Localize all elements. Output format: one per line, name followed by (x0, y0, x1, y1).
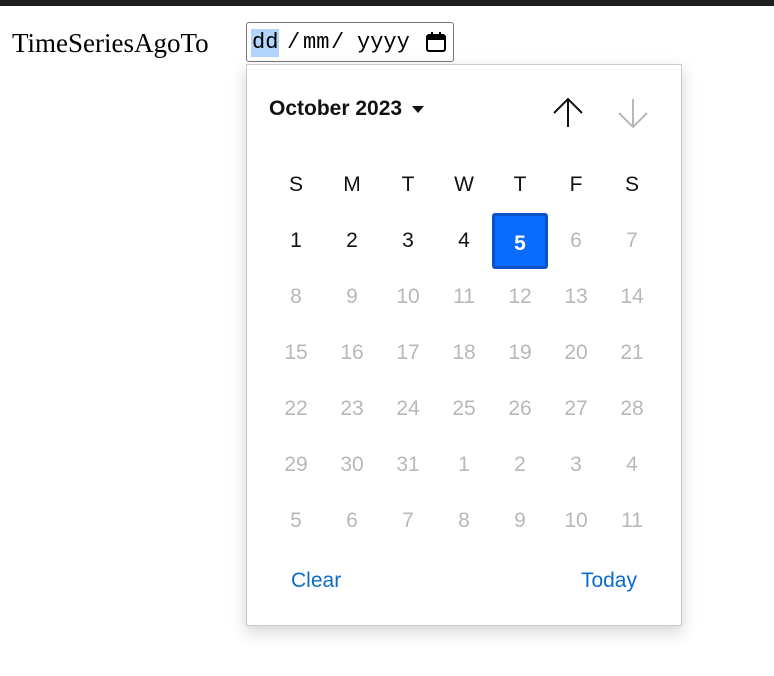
weekday-label: T (401, 173, 415, 196)
date-input[interactable]: dd / mm / yyyy (246, 22, 454, 62)
date-separator: / (287, 30, 301, 55)
calendar-day: 31 (396, 453, 420, 476)
calendar-icon[interactable] (425, 31, 447, 53)
window-top-bar (0, 0, 774, 6)
calendar-day: 1 (458, 453, 470, 476)
calendar-day: 24 (396, 397, 420, 420)
calendar-day: 6 (346, 509, 358, 532)
field-label: TimeSeriesAgoTo (12, 28, 209, 58)
calendar-day: 2 (514, 453, 526, 476)
calendar-day: 12 (508, 285, 532, 308)
caret-down-icon (412, 105, 425, 113)
calendar-day: 13 (564, 285, 588, 308)
calendar-day: 30 (340, 453, 364, 476)
calendar-day: 16 (340, 341, 364, 364)
calendar-day: 22 (284, 397, 308, 420)
calendar-day[interactable]: 2 (324, 213, 380, 269)
calendar-day: 10 (564, 509, 588, 532)
arrow-up-icon (553, 97, 583, 127)
weekday-label: S (624, 173, 639, 196)
calendar-day: 29 (284, 453, 308, 476)
previous-month-button[interactable] (548, 93, 588, 133)
next-month-button[interactable] (613, 93, 653, 133)
calendar-day: 10 (396, 285, 420, 308)
calendar-day: 25 (452, 397, 476, 420)
calendar-day: 17 (396, 341, 420, 364)
calendar-day: 8 (458, 509, 470, 532)
calendar-day[interactable]: 1 (268, 213, 324, 269)
calendar-day: 5 (290, 509, 302, 532)
calendar-day: 4 (626, 453, 638, 476)
weekday-label: S (288, 173, 303, 196)
calendar-day: 20 (564, 341, 588, 364)
calendar-day: 11 (621, 509, 643, 532)
month-year-label: October 2023 (269, 97, 403, 120)
date-month-segment[interactable]: mm (303, 29, 329, 57)
date-separator: / (331, 30, 345, 55)
calendar-day: 7 (402, 509, 414, 532)
arrow-down-icon (618, 99, 648, 129)
calendar-day: 9 (346, 285, 358, 308)
calendar-day: 11 (453, 285, 475, 308)
calendar-day: 3 (570, 453, 582, 476)
date-day-segment[interactable]: dd (251, 29, 280, 57)
weekday-label: T (513, 173, 527, 196)
calendar-day: 7 (626, 229, 638, 252)
calendar-day: 15 (284, 341, 308, 364)
calendar-day: 9 (514, 509, 526, 532)
calendar-day: 26 (508, 397, 532, 420)
calendar-day: 18 (452, 341, 476, 364)
weekday-label: M (343, 173, 361, 196)
calendar-day[interactable]: 3 (380, 213, 436, 269)
date-picker-popup: October 2023 SMTWTFS 1 2 3 4 5 6 7 8 9 10 11 12 13 14… (246, 64, 682, 626)
calendar-day: 21 (620, 341, 644, 364)
calendar-day: 14 (620, 285, 644, 308)
selected-day[interactable]: 5 (492, 213, 548, 269)
calendar-day: 19 (508, 341, 532, 364)
calendar-day: 8 (290, 285, 302, 308)
calendar-day[interactable]: 4 (436, 213, 492, 269)
calendar-day: 23 (340, 397, 364, 420)
weekday-label: F (569, 173, 583, 196)
calendar-day: 6 (570, 229, 582, 252)
clear-button[interactable]: Clear (291, 569, 341, 593)
calendar-day: 28 (620, 397, 644, 420)
calendar-day: 27 (564, 397, 588, 420)
date-year-segment[interactable]: yyyy (357, 29, 410, 57)
weekday-label: W (454, 173, 474, 196)
month-year-selector[interactable]: October 2023 (269, 97, 425, 121)
today-button[interactable]: Today (581, 569, 637, 593)
